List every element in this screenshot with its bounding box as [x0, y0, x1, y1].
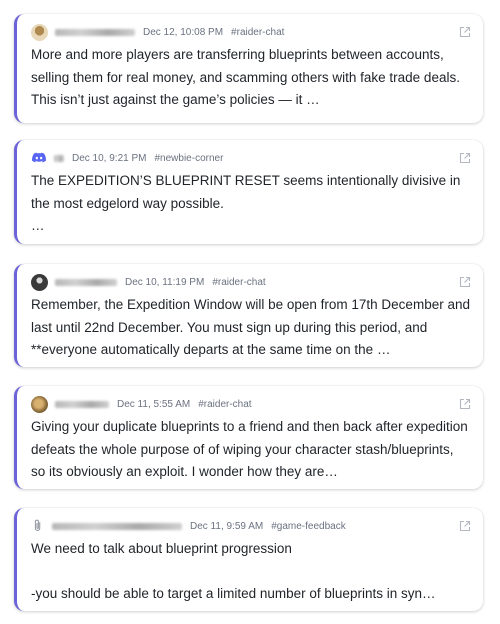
- username-redacted[interactable]: [55, 28, 135, 36]
- message-card[interactable]: Dec 12, 10:08 PM #raider-chat More and m…: [14, 14, 483, 123]
- external-link-icon[interactable]: [459, 26, 471, 38]
- message-card[interactable]: Dec 10, 11:19 PM #raider-chat Remember, …: [14, 264, 483, 367]
- username-redacted[interactable]: [54, 154, 64, 162]
- avatar[interactable]: [31, 273, 48, 291]
- message-meta: Dec 12, 10:08 PM #raider-chat: [31, 22, 451, 42]
- message-card[interactable]: Dec 11, 5:55 AM #raider-chat Giving your…: [14, 386, 483, 489]
- timestamp: Dec 10, 9:21 PM: [72, 152, 147, 164]
- message-card[interactable]: Dec 11, 9:59 AM #game-feedback We need t…: [14, 508, 483, 611]
- paperclip-icon[interactable]: [31, 518, 45, 534]
- avatar[interactable]: [31, 23, 48, 41]
- channel-tag[interactable]: #raider-chat: [198, 399, 251, 410]
- timestamp: Dec 11, 9:59 AM: [190, 520, 264, 532]
- external-link-icon[interactable]: [459, 520, 471, 532]
- username-redacted[interactable]: [55, 278, 117, 286]
- channel-tag[interactable]: #raider-chat: [212, 277, 265, 288]
- external-link-icon[interactable]: [459, 152, 471, 164]
- username-redacted[interactable]: [55, 400, 109, 408]
- message-card[interactable]: Dec 10, 9:21 PM #newbie-corner The EXPED…: [14, 140, 483, 244]
- timestamp: Dec 11, 5:55 AM: [117, 398, 191, 410]
- external-link-icon[interactable]: [459, 276, 471, 288]
- timestamp: Dec 12, 10:08 PM: [143, 26, 224, 38]
- message-text: We need to talk about blueprint progress…: [31, 541, 436, 601]
- message-meta: Dec 11, 9:59 AM #game-feedback: [31, 516, 451, 536]
- channel-tag[interactable]: #game-feedback: [271, 521, 346, 532]
- message-feed: Dec 12, 10:08 PM #raider-chat More and m…: [0, 0, 500, 624]
- message-meta: Dec 10, 11:19 PM #raider-chat: [31, 272, 451, 292]
- message-text: The EXPEDITION’S BLUEPRINT RESET seems i…: [31, 173, 461, 233]
- avatar[interactable]: [31, 395, 48, 413]
- external-link-icon[interactable]: [459, 398, 471, 410]
- message-meta: Dec 10, 9:21 PM #newbie-corner: [31, 148, 451, 168]
- message-text: Remember, the Expedition Window will be …: [31, 297, 470, 357]
- message-text: Giving your duplicate blueprints to a fr…: [31, 419, 468, 479]
- channel-tag[interactable]: #raider-chat: [231, 27, 284, 38]
- username-redacted[interactable]: [52, 522, 182, 530]
- channel-tag[interactable]: #newbie-corner: [154, 153, 223, 164]
- message-meta: Dec 11, 5:55 AM #raider-chat: [31, 394, 451, 414]
- discord-icon[interactable]: [31, 150, 47, 166]
- timestamp: Dec 10, 11:19 PM: [125, 276, 205, 288]
- message-text: More and more players are transferring b…: [31, 47, 460, 107]
